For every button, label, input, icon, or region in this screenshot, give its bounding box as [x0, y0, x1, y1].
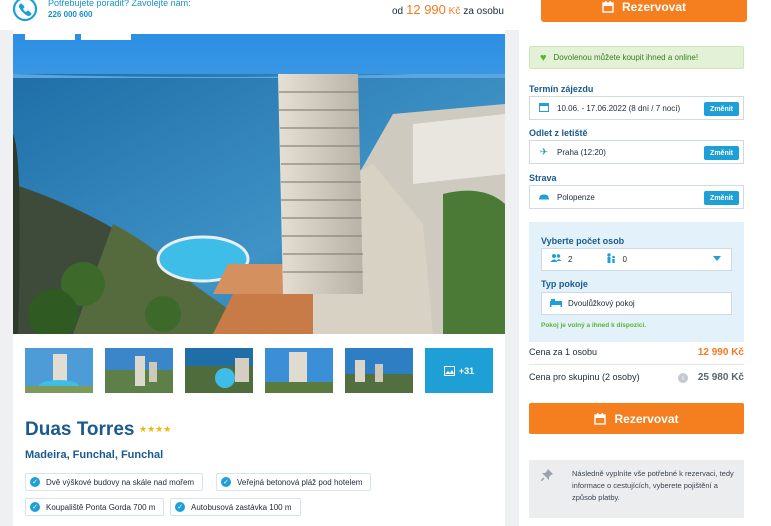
board-value: Polopenze: [557, 192, 595, 202]
reserve-button[interactable]: Rezervovat: [529, 403, 744, 434]
phone-number[interactable]: 226 000 600: [48, 10, 93, 19]
next-steps-note: Následně vyplníte vše potřebné k rezerva…: [529, 460, 744, 518]
price-summary: od 12 990 Kč za osobu: [392, 2, 504, 17]
star-rating: ★★★★: [139, 424, 172, 434]
hotel-name: Duas Torres: [25, 419, 135, 440]
check-icon: ✓: [221, 477, 231, 487]
plane-icon: ✈: [539, 146, 549, 158]
more-photos-button[interactable]: +31: [425, 348, 493, 393]
photo-tab-left[interactable]: [25, 34, 75, 40]
board-field[interactable]: Polopenze Změnit: [529, 185, 744, 209]
thumbnail-2[interactable]: [105, 348, 173, 393]
thumbnail-3[interactable]: [185, 348, 253, 393]
change-board-button[interactable]: Změnit: [704, 191, 739, 205]
feature-tag: ✓ Dvě výškové budovy na skále nad mořem: [25, 473, 204, 491]
calendar-icon: [594, 412, 607, 425]
term-field[interactable]: 10.06. - 17.06.2022 (8 dní / 7 nocí) Změ…: [529, 96, 744, 120]
price-prefix: od: [392, 6, 404, 17]
thumbnail-4[interactable]: [265, 348, 333, 393]
children-icon: [606, 253, 616, 266]
phone-icon: [12, 0, 38, 22]
thumbnail-5[interactable]: [345, 348, 413, 393]
adults-count: 2: [568, 255, 573, 264]
feature-tag-label: Autobusová zastávka 100 m: [191, 502, 292, 512]
term-label: Termín zájezdu: [529, 84, 594, 94]
adults-icon: [550, 253, 562, 266]
price-amount: 12 990: [406, 2, 446, 17]
gallery-icon: [443, 365, 455, 376]
thumbnail-1[interactable]: [25, 348, 93, 393]
price-suffix: za osobu: [463, 6, 504, 17]
online-purchase-note: ♥ Dovolenou můžete koupit ihned a online…: [529, 46, 744, 69]
pin-icon: [540, 469, 553, 483]
calendar-icon: [602, 1, 614, 13]
top-bar: Potřebujete poradit? Zavolejte nám: 226 …: [0, 0, 771, 30]
feature-tag: ✓ Veřejná betonová pláž pod hotelem: [216, 473, 372, 491]
check-icon: ✓: [30, 477, 40, 487]
children-count: 0: [622, 255, 627, 264]
more-photos-count: +31: [458, 365, 475, 376]
calendar-icon: [538, 102, 550, 115]
bed-icon: [550, 298, 562, 309]
price-group-row: Cena pro skupinu (2 osoby) i 25 980 Kč: [529, 372, 744, 383]
check-icon: ✓: [175, 502, 185, 512]
reserve-label: Rezervovat: [614, 411, 679, 426]
price-per-person-value: 12 990 Kč: [697, 347, 744, 358]
info-icon[interactable]: i: [678, 373, 688, 383]
price-group-label: Cena pro skupinu (2 osoby): [529, 372, 640, 382]
thumbnail-strip: +31: [25, 348, 493, 393]
hotel-detail: +31 Duas Torres ★★★★ Madeira, Funchal, F…: [13, 30, 505, 526]
food-icon: [538, 191, 550, 204]
hotel-location[interactable]: Madeira, Funchal, Funchal: [25, 449, 163, 461]
reserve-label-top: Rezervovat: [621, 0, 687, 14]
price-group-value: 25 980 Kč: [697, 372, 744, 383]
feature-tag: ✓ Koupaliště Ponta Gorda 700 m: [25, 498, 165, 516]
persons-box: Vyberte počet osob 2 0 Typ pokoje Dvoulů…: [529, 222, 744, 342]
divider: [529, 364, 744, 365]
feature-tag-label: Dvě výškové budovy na skále nad mořem: [46, 477, 195, 487]
room-availability: Pokoj je volný a ihned k dispozici.: [541, 322, 647, 329]
room-label: Typ pokoje: [541, 279, 588, 289]
booking-panel: ♥ Dovolenou můžete koupit ihned a online…: [519, 30, 771, 526]
photo-tab-right[interactable]: [81, 34, 131, 40]
feature-tag: ✓ Autobusová zastávka 100 m: [170, 498, 301, 516]
term-value: 10.06. - 17.06.2022 (8 dní / 7 nocí): [557, 103, 681, 113]
hotel-photo-image: [13, 34, 505, 334]
reserve-button-top[interactable]: Rezervovat: [541, 0, 747, 22]
chevron-down-icon[interactable]: [713, 256, 721, 261]
note-text: Následně vyplníte vše potřebné k rezerva…: [572, 469, 734, 502]
change-airport-button[interactable]: Změnit: [704, 146, 739, 160]
persons-select[interactable]: 2 0: [541, 248, 732, 271]
price-currency: Kč: [448, 6, 461, 17]
board-label: Strava: [529, 173, 557, 183]
airport-field[interactable]: ✈ Praha (12:20) Změnit: [529, 140, 744, 164]
room-select[interactable]: Dvoulůžkový pokoj: [541, 292, 732, 315]
online-note-text: Dovolenou můžete koupit ihned a online!: [553, 53, 699, 62]
main-photo[interactable]: [13, 34, 505, 334]
price-per-person-label: Cena za 1 osobu: [529, 347, 598, 357]
heart-icon: ♥: [540, 51, 547, 64]
check-icon: ✓: [30, 502, 40, 512]
airport-value: Praha (12:20): [557, 147, 606, 157]
change-term-button[interactable]: Změnit: [704, 102, 739, 116]
price-per-person-row: Cena za 1 osobu 12 990 Kč: [529, 347, 744, 358]
feature-tag-label: Koupaliště Ponta Gorda 700 m: [46, 502, 156, 512]
room-value: Dvoulůžkový pokoj: [568, 299, 635, 308]
feature-tag-label: Veřejná betonová pláž pod hotelem: [237, 477, 363, 487]
help-text: Potřebujete poradit? Zavolejte nám:: [48, 0, 191, 8]
airport-label: Odlet z letiště: [529, 128, 588, 138]
persons-label: Vyberte počet osob: [541, 236, 625, 246]
